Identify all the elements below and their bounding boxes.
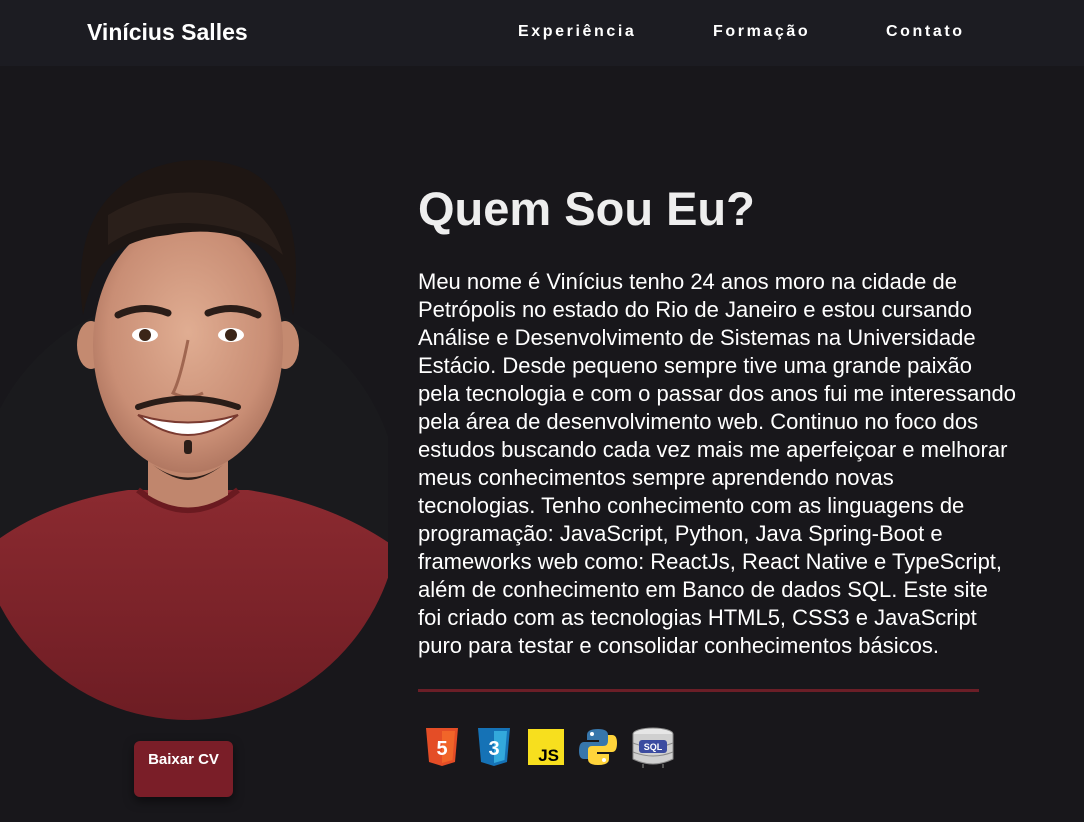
python-icon	[578, 727, 618, 767]
nav-link-formacao[interactable]: Formação	[713, 23, 810, 41]
site-brand[interactable]: Vinícius Salles	[87, 19, 248, 46]
about-line: frameworks web como: ReactJs, React Nati…	[418, 549, 1003, 574]
about-line: pela área de desenvolvimento web. Contin…	[418, 409, 979, 434]
html5-icon: 5	[422, 727, 462, 767]
about-line: Meu nome é Vinícius tenho 24 anos moro n…	[418, 269, 957, 294]
nav-link-contato[interactable]: Contato	[886, 23, 965, 41]
download-cv-button[interactable]: Baixar CV	[134, 741, 233, 797]
about-line: foi criado com as tecnologias HTML5, CSS…	[418, 605, 977, 630]
profile-portrait-illustration	[0, 160, 388, 720]
about-line: meus conhecimentos sempre aprendendo nov…	[418, 465, 894, 490]
css3-icon: 3	[474, 727, 514, 767]
css3-icon-label: 3	[488, 738, 499, 760]
html5-icon-label: 5	[436, 738, 447, 760]
javascript-icon-label: JS	[538, 746, 559, 765]
sql-icon-label: SQL	[644, 742, 663, 752]
profile-photo	[0, 145, 388, 720]
about-line: além de conhecimento em Banco de dados S…	[418, 577, 988, 602]
about-line: estudos buscando cada vez mais me aperfe…	[418, 437, 1008, 462]
about-line: Análise e Desenvolvimento de Sistemas na…	[418, 325, 976, 350]
sql-database-icon: SQL	[630, 727, 676, 768]
about-line: puro para testar e consolidar conhecimen…	[418, 633, 939, 658]
nav-link-experiencia[interactable]: Experiência	[518, 23, 636, 41]
javascript-icon: JS	[526, 727, 566, 767]
about-line: Estácio. Desde pequeno sempre tive uma g…	[418, 353, 973, 378]
about-line: programação: JavaScript, Python, Java Sp…	[418, 521, 943, 546]
about-paragraph: Meu nome é Vinícius tenho 24 anos moro n…	[418, 268, 1078, 660]
about-title: Quem Sou Eu?	[418, 182, 755, 235]
top-navbar: Vinícius Salles Experiência Formação Con…	[0, 0, 1084, 66]
about-line: tecnologias. Tenho conhecimento com as l…	[418, 493, 965, 518]
about-line: Petrópolis no estado do Rio de Janeiro e…	[418, 297, 973, 322]
section-divider	[418, 689, 979, 692]
about-line: pela tecnologia e com o passar dos anos …	[418, 381, 1017, 406]
